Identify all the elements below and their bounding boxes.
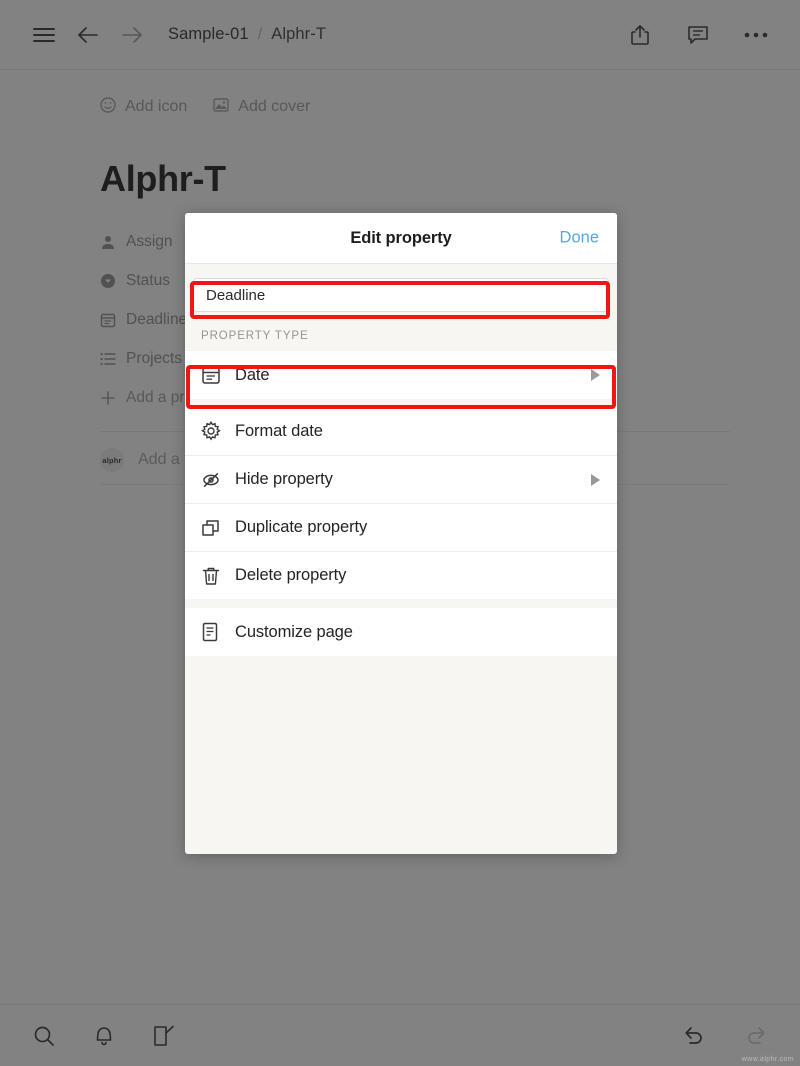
menu-item-duplicate-property[interactable]: Duplicate property (185, 503, 617, 551)
modal-group-gap (185, 399, 617, 407)
menu-item-label: Format date (235, 421, 323, 440)
customize-group: Customize page (185, 608, 617, 656)
menu-item-format-date[interactable]: Format date (185, 407, 617, 455)
modal-header: Edit property Done (185, 213, 617, 264)
modal-title: Edit property (350, 228, 452, 247)
property-name-wrap: Deadline (185, 264, 617, 324)
document-icon (201, 622, 235, 642)
modal-group-gap-2 (185, 599, 617, 608)
done-button[interactable]: Done (560, 229, 599, 248)
eye-slash-icon (201, 471, 235, 489)
menu-item-label: Hide property (235, 470, 333, 488)
menu-item-label: Delete property (235, 566, 347, 584)
chevron-right-icon (589, 368, 601, 382)
menu-item-customize-page[interactable]: Customize page (185, 608, 617, 656)
menu-item-label: Customize page (235, 622, 353, 641)
menu-item-label: Date (235, 365, 270, 384)
menu-item-delete-property[interactable]: Delete property (185, 551, 617, 599)
property-name-input[interactable]: Deadline (193, 278, 609, 312)
calendar-icon (201, 365, 235, 385)
property-type-section-label: PROPERTY TYPE (185, 324, 617, 351)
property-type-group: Date (185, 351, 617, 399)
gear-icon (201, 421, 235, 441)
trash-icon (201, 566, 235, 586)
property-actions-group: Format date Hide property Duplicate prop… (185, 407, 617, 599)
chevron-right-icon (589, 473, 601, 487)
edit-property-modal: Edit property Done Deadline PROPERTY TYP… (185, 213, 617, 854)
menu-item-label: Duplicate property (235, 518, 368, 536)
menu-item-date[interactable]: Date (185, 351, 617, 399)
app-root: Sample-01 / Alphr-T (0, 0, 800, 1066)
duplicate-icon (201, 518, 235, 538)
menu-item-hide-property[interactable]: Hide property (185, 455, 617, 503)
watermark: www.alphr.com (741, 1056, 794, 1063)
